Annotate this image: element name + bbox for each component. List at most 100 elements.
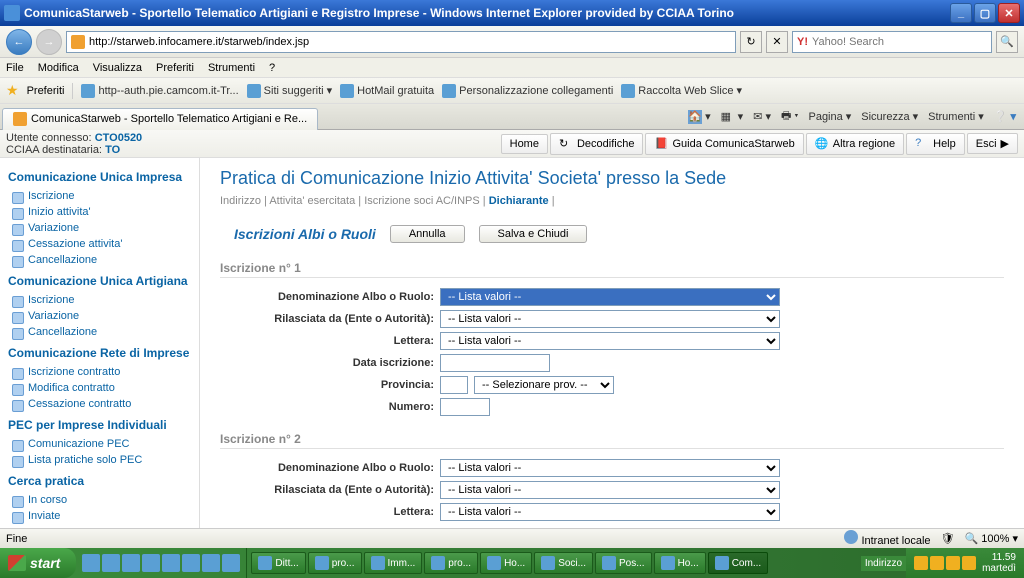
quicklaunch-icon[interactable] bbox=[82, 554, 100, 572]
select-denominazione-1[interactable]: -- Lista valori -- bbox=[440, 288, 780, 306]
taskbar-item[interactable]: pro... bbox=[424, 552, 478, 574]
taskbar-item[interactable]: Imm... bbox=[364, 552, 423, 574]
tray-icon[interactable] bbox=[914, 556, 928, 570]
menu-tools[interactable]: Strumenti bbox=[208, 62, 255, 74]
quicklaunch-icon[interactable] bbox=[122, 554, 140, 572]
select-rilasciata-1[interactable]: -- Lista valori -- bbox=[440, 310, 780, 328]
input-data-1[interactable] bbox=[440, 354, 550, 372]
tray-icon[interactable] bbox=[946, 556, 960, 570]
quicklaunch-icon[interactable] bbox=[222, 554, 240, 572]
quicklaunch-icon[interactable] bbox=[162, 554, 180, 572]
breadcrumb-link[interactable]: Indirizzo bbox=[220, 195, 261, 207]
print-button[interactable]: 🖶 ▾ bbox=[781, 107, 799, 126]
select-rilasciata-2[interactable]: -- Lista valori -- bbox=[440, 481, 780, 499]
home-icon-button[interactable]: 🏠 ▾ bbox=[688, 110, 711, 124]
sidebar-item[interactable]: Variazione bbox=[12, 220, 191, 236]
select-lettera-1[interactable]: -- Lista valori -- bbox=[440, 332, 780, 350]
salva-chiudi-button[interactable]: Salva e Chiudi bbox=[479, 225, 588, 243]
quicklaunch-icon[interactable] bbox=[142, 554, 160, 572]
home-button[interactable]: Home bbox=[501, 134, 548, 154]
search-box[interactable]: Y! bbox=[792, 31, 992, 53]
clock[interactable]: 11.59martedì bbox=[982, 552, 1016, 574]
close-button[interactable]: ✕ bbox=[998, 3, 1020, 23]
security-menu[interactable]: Sicurezza ▾ bbox=[861, 110, 918, 123]
app-icon bbox=[541, 556, 555, 570]
sidebar-item[interactable]: Iscrizione contratto bbox=[12, 364, 191, 380]
stop-button[interactable]: ✕ bbox=[766, 31, 788, 53]
address-bar[interactable] bbox=[66, 31, 736, 53]
zoom-level[interactable]: 🔍 100% ▾ bbox=[965, 532, 1018, 545]
select-lettera-2[interactable]: -- Lista valori -- bbox=[440, 503, 780, 521]
fav-link[interactable]: http--auth.pie.camcom.it-Tr... bbox=[81, 84, 238, 98]
select-denominazione-2[interactable]: -- Lista valori -- bbox=[440, 459, 780, 477]
menu-help[interactable]: ? bbox=[269, 62, 275, 74]
yahoo-icon: Y! bbox=[797, 36, 808, 48]
menu-favorites[interactable]: Preferiti bbox=[156, 62, 194, 74]
refresh-button[interactable]: ↻ bbox=[740, 31, 762, 53]
decodifiche-button[interactable]: ↻Decodifiche bbox=[550, 133, 643, 155]
sidebar-item[interactable]: Variazione bbox=[12, 308, 191, 324]
page-icon bbox=[81, 84, 95, 98]
sidebar-item[interactable]: Iscrizione bbox=[12, 188, 191, 204]
tray-icon[interactable] bbox=[962, 556, 976, 570]
protected-mode-icon: 🛡 bbox=[941, 532, 955, 545]
input-prov-code-1[interactable] bbox=[440, 376, 468, 394]
input-numero-1[interactable] bbox=[440, 398, 490, 416]
menu-edit[interactable]: Modifica bbox=[38, 62, 79, 74]
sidebar-item[interactable]: Modifica contratto bbox=[12, 380, 191, 396]
taskbar-item[interactable]: Ho... bbox=[480, 552, 532, 574]
altra-regione-button[interactable]: 🌐Altra regione bbox=[806, 133, 904, 155]
help-icon-button[interactable]: ❔ ▾ bbox=[994, 110, 1016, 123]
esci-button[interactable]: Esci ▶ bbox=[967, 133, 1018, 154]
taskbar-item-active[interactable]: Com... bbox=[708, 552, 768, 574]
quicklaunch-icon[interactable] bbox=[182, 554, 200, 572]
sidebar-item[interactable]: Cancellazione bbox=[12, 252, 191, 268]
taskbar-item[interactable]: Soci... bbox=[534, 552, 593, 574]
taskbar-item[interactable]: pro... bbox=[308, 552, 362, 574]
menu-file[interactable]: File bbox=[6, 62, 24, 74]
page-menu[interactable]: Pagina ▾ bbox=[808, 110, 851, 123]
select-provincia-1[interactable]: -- Selezionare prov. -- bbox=[474, 376, 614, 394]
maximize-button[interactable]: ▢ bbox=[974, 3, 996, 23]
sidebar-item[interactable]: Iscrizione bbox=[12, 292, 191, 308]
sidebar-item[interactable]: Inviate bbox=[12, 508, 191, 524]
fav-link[interactable]: Personalizzazione collegamenti bbox=[442, 84, 613, 98]
taskbar-item[interactable]: Pos... bbox=[595, 552, 652, 574]
menu-view[interactable]: Visualizza bbox=[93, 62, 142, 74]
guida-button[interactable]: 📕Guida ComunicaStarweb bbox=[645, 133, 803, 155]
browser-tab[interactable]: ComunicaStarweb - Sportello Telematico A… bbox=[2, 108, 318, 130]
favorites-label[interactable]: Preferiti bbox=[27, 85, 65, 97]
back-button[interactable]: ← bbox=[6, 29, 32, 55]
feeds-button[interactable]: ▦ ▾ bbox=[721, 110, 744, 124]
tray-icon[interactable] bbox=[930, 556, 944, 570]
sidebar-item[interactable]: Inizio attivita' bbox=[12, 204, 191, 220]
sidebar-item[interactable]: Lista pratiche solo PEC bbox=[12, 452, 191, 468]
fav-link[interactable]: Raccolta Web Slice ▾ bbox=[621, 84, 742, 98]
forward-button[interactable]: → bbox=[36, 29, 62, 55]
help-button[interactable]: ?Help bbox=[906, 133, 965, 155]
quicklaunch-icon[interactable] bbox=[102, 554, 120, 572]
breadcrumb-link[interactable]: Iscrizione soci AC/INPS bbox=[364, 195, 480, 207]
sidebar-item[interactable]: Comunicazione PEC bbox=[12, 436, 191, 452]
sidebar-item[interactable]: Cessazione contratto bbox=[12, 396, 191, 412]
minimize-button[interactable]: _ bbox=[950, 3, 972, 23]
fav-link[interactable]: HotMail gratuita bbox=[340, 84, 434, 98]
quicklaunch-icon[interactable] bbox=[202, 554, 220, 572]
app-icon bbox=[661, 556, 675, 570]
taskbar-item[interactable]: Ditt... bbox=[251, 552, 305, 574]
search-input[interactable] bbox=[812, 36, 987, 48]
sidebar-item[interactable]: Cancellazione bbox=[12, 324, 191, 340]
sidebar-item[interactable]: In corso bbox=[12, 492, 191, 508]
tools-menu[interactable]: Strumenti ▾ bbox=[928, 110, 984, 123]
search-go-button[interactable]: 🔍 bbox=[996, 31, 1018, 53]
mail-button[interactable]: ✉ ▾ bbox=[753, 110, 771, 123]
sidebar-item[interactable]: Cessazione attivita' bbox=[12, 236, 191, 252]
taskbar-item[interactable]: Ho... bbox=[654, 552, 706, 574]
breadcrumb-link[interactable]: Attivita' esercitata bbox=[269, 195, 355, 207]
annulla-button[interactable]: Annulla bbox=[390, 225, 465, 243]
start-button[interactable]: start bbox=[0, 548, 76, 578]
fav-link[interactable]: Siti suggeriti ▾ bbox=[247, 84, 332, 98]
url-input[interactable] bbox=[89, 36, 731, 48]
language-indicator[interactable]: Indirizzo bbox=[861, 556, 906, 571]
favorites-star-icon[interactable]: ★ bbox=[6, 82, 19, 99]
